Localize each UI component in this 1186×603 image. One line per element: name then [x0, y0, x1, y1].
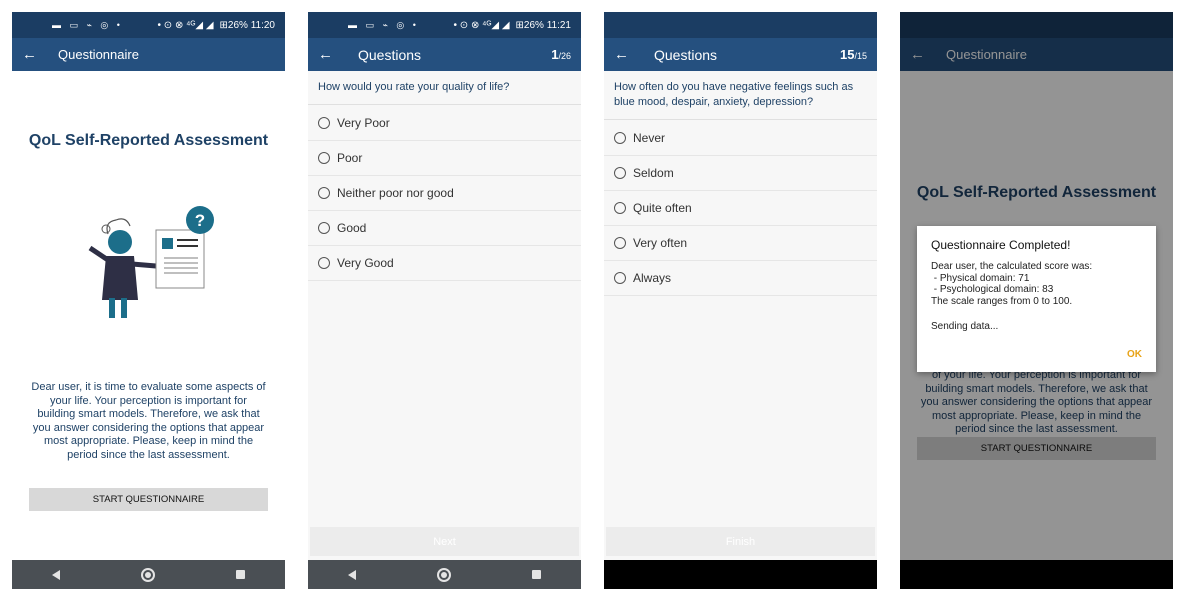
back-arrow-icon[interactable]: ←: [614, 46, 650, 63]
nav-home-icon[interactable]: [140, 567, 155, 582]
dialog-title: Questionnaire Completed!: [931, 238, 1071, 252]
option-very-good[interactable]: Very Good: [308, 246, 581, 281]
radio-icon[interactable]: [318, 152, 330, 164]
status-icons-left: ▬ ▭ ⌁ ◎ •: [348, 19, 419, 30]
phone-screen-completed: ← Questionnaire QoL Self-Reported Assess…: [900, 12, 1173, 589]
dialog-ok-button[interactable]: OK: [1127, 349, 1142, 360]
radio-icon[interactable]: [318, 187, 330, 199]
radio-icon[interactable]: [318, 222, 330, 234]
radio-icon[interactable]: [318, 117, 330, 129]
system-nav-bar: [604, 560, 877, 589]
question-text: How would you rate your quality of life?: [308, 71, 581, 105]
status-bar: ▬ ▭ ⌁ ◎ • • ⊙ ⊗ ⁴ᴳ◢ ◢ ⊞26% 11:21: [308, 12, 581, 38]
radio-icon[interactable]: [614, 237, 626, 249]
back-arrow-icon[interactable]: ←: [318, 46, 354, 63]
radio-icon[interactable]: [614, 272, 626, 284]
dialog-psychological-score: - Psychological domain: 83: [931, 284, 1054, 295]
question-text: How often do you have negative feelings …: [604, 71, 877, 120]
status-icons-right: • ⊙ ⊗ ⁴ᴳ◢ ◢: [453, 19, 510, 31]
app-bar-title: Questionnaire: [58, 47, 139, 62]
phone-screen-intro: ▬ ▭ ⌁ ◎ • • ⊙ ⊗ ⁴ᴳ◢ ◢ ⊞26% 11:20 ← Quest…: [12, 12, 285, 589]
radio-icon[interactable]: [614, 202, 626, 214]
app-bar-title: Questions: [654, 46, 718, 63]
status-bar: ▬ ▭ ⌁ ◎ • • ⊙ ⊗ ⁴ᴳ◢ ◢ ⊞26% 11:20: [12, 12, 285, 38]
intro-text: Dear user, it is time to evaluate some a…: [31, 381, 266, 461]
questionnaire-illustration: ?: [88, 206, 214, 318]
status-battery-time: ⊞26% 11:20: [219, 19, 275, 31]
nav-back-icon[interactable]: [348, 569, 357, 580]
status-icons-left: ▬ ▭ ⌁ ◎ •: [52, 19, 123, 30]
dialog-scale-note: The scale ranges from 0 to 100.: [931, 295, 1073, 307]
answer-options: Never Seldom Quite often Very often Alwa…: [604, 121, 877, 296]
nav-recent-apps-icon[interactable]: [531, 570, 541, 579]
assessment-title: QoL Self-Reported Assessment: [28, 132, 269, 149]
app-bar: ← Questions 1/26: [308, 38, 581, 71]
status-bar: [604, 12, 877, 38]
app-bar: ← Questions 15/15: [604, 38, 877, 71]
question-counter: 1/26: [551, 47, 571, 62]
start-questionnaire-button[interactable]: START QUESTIONNAIRE: [29, 488, 268, 511]
option-always[interactable]: Always: [604, 261, 877, 296]
option-poor[interactable]: Poor: [308, 141, 581, 176]
phone-screen-question-1: ▬ ▭ ⌁ ◎ • • ⊙ ⊗ ⁴ᴳ◢ ◢ ⊞26% 11:21 ← Quest…: [308, 12, 581, 589]
completion-dialog: Questionnaire Completed! Dear user, the …: [917, 226, 1156, 372]
dialog-physical-score: - Physical domain: 71: [931, 272, 1030, 284]
nav-home-icon[interactable]: [436, 567, 451, 582]
answer-options: Very Poor Poor Neither poor nor good Goo…: [308, 106, 581, 281]
phone-screen-question-15: ← Questions 15/15 How often do you have …: [604, 12, 877, 589]
finish-button[interactable]: Finish: [606, 527, 875, 556]
option-seldom[interactable]: Seldom: [604, 156, 877, 191]
person-head-icon: [108, 230, 132, 254]
system-nav-bar: [308, 560, 581, 589]
dialog-line: Dear user, the calculated score was:: [931, 261, 1093, 272]
app-bar: ← Questionnaire: [12, 38, 285, 71]
nav-back-icon[interactable]: [52, 569, 61, 580]
option-quite-often[interactable]: Quite often: [604, 191, 877, 226]
radio-icon[interactable]: [614, 132, 626, 144]
question-counter: 15/15: [840, 47, 867, 62]
back-arrow-icon[interactable]: ←: [22, 46, 58, 63]
option-neither[interactable]: Neither poor nor good: [308, 176, 581, 211]
nav-recent-apps-icon[interactable]: [235, 570, 245, 579]
app-bar-title: Questions: [358, 46, 422, 63]
system-nav-bar: [12, 560, 285, 589]
option-never[interactable]: Never: [604, 121, 877, 156]
radio-icon[interactable]: [614, 167, 626, 179]
status-icons-right: • ⊙ ⊗ ⁴ᴳ◢ ◢: [157, 19, 214, 31]
option-very-poor[interactable]: Very Poor: [308, 106, 581, 141]
option-good[interactable]: Good: [308, 211, 581, 246]
dialog-sending-status: Sending data...: [931, 321, 999, 332]
svg-text:?: ?: [195, 211, 205, 230]
next-button[interactable]: Next: [310, 527, 579, 556]
status-battery-time: ⊞26% 11:21: [515, 19, 571, 31]
option-very-often[interactable]: Very often: [604, 226, 877, 261]
radio-icon[interactable]: [318, 257, 330, 269]
